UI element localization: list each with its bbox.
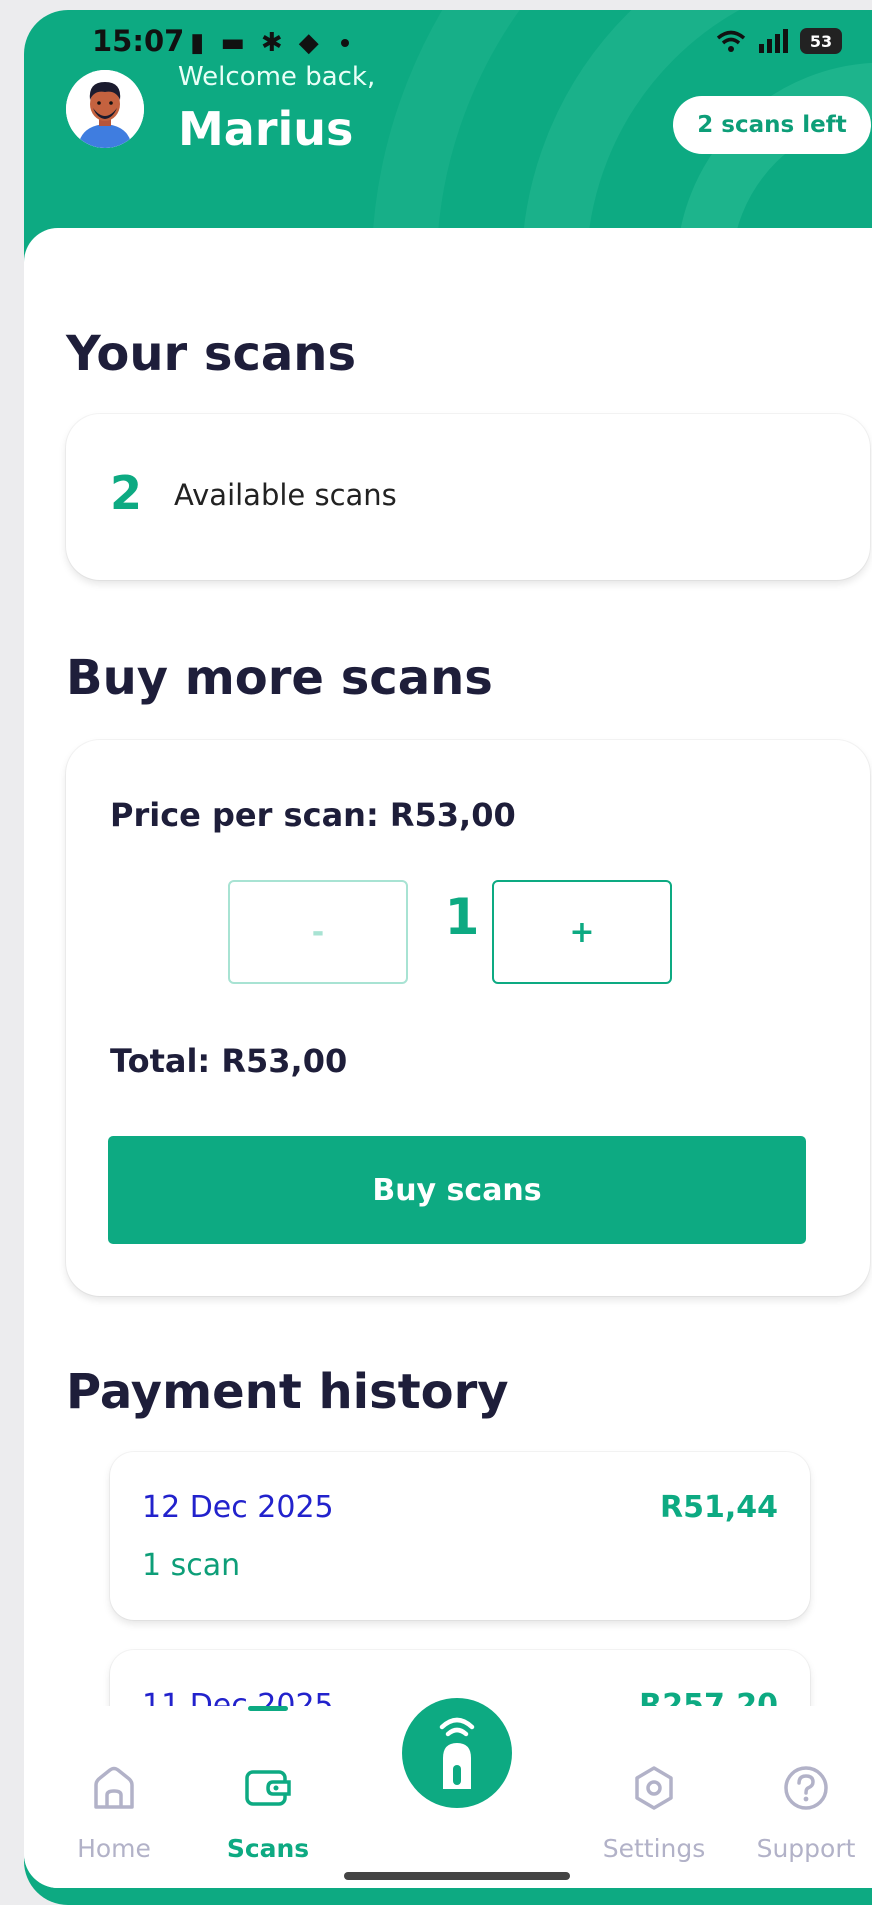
home-indicator[interactable] bbox=[344, 1872, 570, 1880]
increase-quantity-button[interactable]: + bbox=[492, 880, 672, 984]
bottom-navigation: Home Scans Settings Support bbox=[24, 1698, 872, 1888]
nav-item-settings[interactable]: Settings bbox=[584, 1758, 724, 1863]
system-status-icons: 53 bbox=[716, 28, 842, 54]
more-notifications-dot-icon bbox=[340, 39, 349, 47]
active-tab-indicator bbox=[248, 1706, 288, 1711]
buy-scans-card: Price per scan: R53,00 - 1 + Total: R53,… bbox=[66, 740, 870, 1296]
card-notification-icon: ▬ bbox=[220, 28, 245, 58]
notification-icons: ▮ ▬ ✱ ◆ bbox=[190, 28, 349, 58]
nav-item-scans[interactable]: Scans bbox=[198, 1758, 338, 1863]
payment-date: 12 Dec 2025 bbox=[142, 1490, 334, 1525]
available-scans-label: Available scans bbox=[174, 478, 397, 512]
payment-scan-count: 1 scan bbox=[142, 1548, 241, 1583]
avatar-illustration bbox=[66, 70, 144, 148]
nav-label-home: Home bbox=[77, 1834, 151, 1863]
status-time: 15:07 bbox=[92, 24, 185, 58]
scans-left-badge[interactable]: 2 scans left bbox=[673, 96, 871, 154]
status-bar: 15:07 ▮ ▬ ✱ ◆ 53 bbox=[24, 10, 872, 70]
price-per-scan: Price per scan: R53,00 bbox=[110, 796, 516, 834]
payment-history-title: Payment history bbox=[66, 1364, 509, 1420]
help-icon bbox=[784, 1766, 828, 1810]
content-sheet: Your scans 2 Available scans Buy more sc… bbox=[24, 228, 872, 1888]
quantity-value: 1 bbox=[444, 888, 480, 946]
tag-notification-icon: ◆ bbox=[298, 28, 319, 58]
signal-icon bbox=[759, 29, 788, 53]
your-scans-title: Your scans bbox=[66, 326, 357, 382]
device-notification-icon: ▮ bbox=[190, 28, 205, 58]
wallet-icon bbox=[245, 1770, 291, 1806]
available-scans-count: 2 bbox=[110, 466, 143, 520]
avatar[interactable] bbox=[66, 70, 144, 148]
wifi-icon bbox=[716, 30, 746, 52]
decrease-quantity-button[interactable]: - bbox=[228, 880, 408, 984]
battery-icon: 53 bbox=[800, 28, 842, 54]
bug-notification-icon: ✱ bbox=[260, 28, 283, 58]
welcome-text: Welcome back, bbox=[178, 62, 376, 92]
scan-tag-icon bbox=[439, 1717, 475, 1789]
buy-more-scans-title: Buy more scans bbox=[66, 650, 493, 706]
nav-label-settings: Settings bbox=[602, 1834, 706, 1863]
payment-item[interactable]: 12 Dec 2025 R51,44 1 scan bbox=[110, 1452, 810, 1620]
user-name: Marius bbox=[178, 102, 354, 156]
nav-item-support[interactable]: Support bbox=[736, 1758, 872, 1863]
payment-amount: R51,44 bbox=[660, 1490, 778, 1525]
nav-label-support: Support bbox=[756, 1834, 856, 1863]
home-icon bbox=[94, 1766, 134, 1809]
scan-tag-button[interactable] bbox=[402, 1698, 512, 1808]
nav-label-scans: Scans bbox=[226, 1834, 310, 1863]
total-price: Total: R53,00 bbox=[110, 1042, 348, 1080]
buy-scans-button[interactable]: Buy scans bbox=[108, 1136, 806, 1244]
available-scans-card: 2 Available scans bbox=[66, 414, 870, 580]
nav-item-home[interactable]: Home bbox=[44, 1758, 184, 1863]
gear-icon bbox=[635, 1766, 673, 1810]
phone-screen: 15:07 ▮ ▬ ✱ ◆ 53 Welcome back, Marius 2 … bbox=[24, 10, 872, 1905]
